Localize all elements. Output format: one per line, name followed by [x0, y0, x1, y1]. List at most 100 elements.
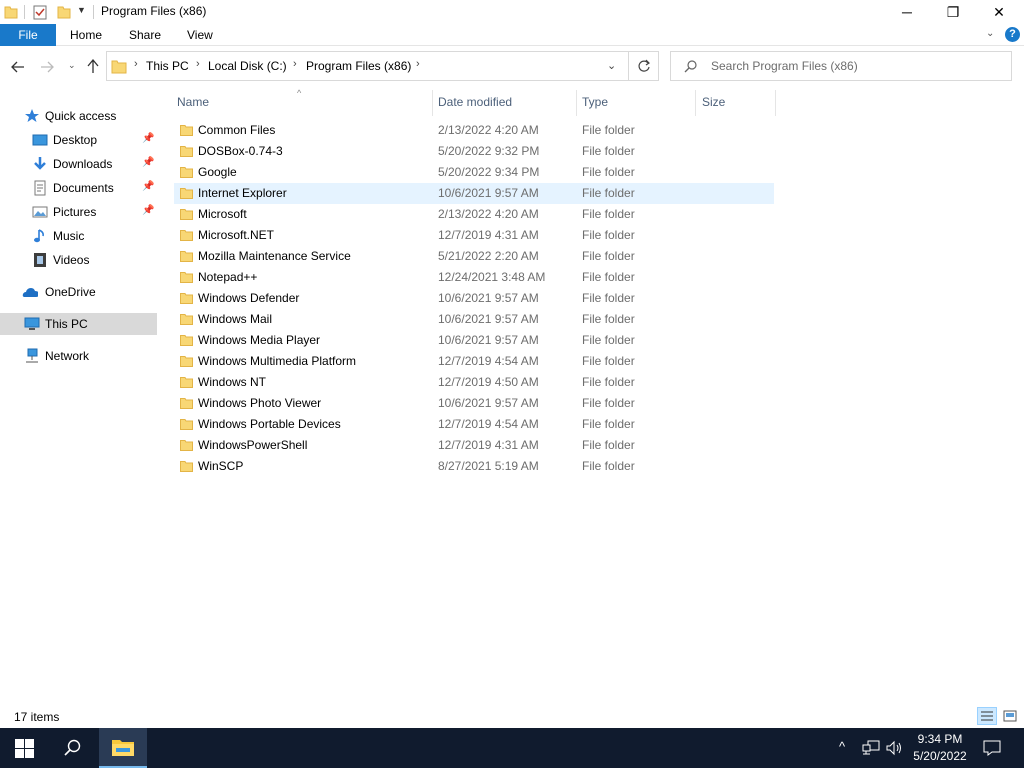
this-pc-icon [24, 317, 40, 330]
sidebar-item-network[interactable]: Network [0, 345, 157, 367]
up-button[interactable] [86, 59, 100, 74]
recent-locations-icon[interactable]: ⌄ [68, 60, 76, 71]
file-row[interactable]: Mozilla Maintenance Service 5/21/2022 2:2… [174, 246, 774, 267]
sidebar-item-music[interactable]: Music [0, 225, 157, 247]
file-name: Microsoft.NET [198, 228, 275, 242]
file-row[interactable]: Google 5/20/2022 9:34 PM File folder [174, 162, 774, 183]
file-row[interactable]: Microsoft.NET 12/7/2019 4:31 AM File folde… [174, 225, 774, 246]
file-row[interactable]: DOSBox-0.74-3 5/20/2022 9:32 PM File folde… [174, 141, 774, 162]
file-type: File folder [582, 249, 635, 263]
download-icon [34, 157, 46, 170]
breadcrumb-separator[interactable]: › [196, 58, 200, 70]
help-icon[interactable]: ? [1005, 27, 1020, 42]
clock-time[interactable]: 9:34 PM [913, 732, 967, 746]
taskbar-search-button[interactable] [48, 728, 96, 768]
folder-icon [180, 398, 193, 409]
details-view-button[interactable] [977, 707, 997, 725]
refresh-icon[interactable] [637, 59, 651, 73]
large-icons-view-button[interactable] [1000, 707, 1020, 725]
column-header-size[interactable]: Size [702, 95, 725, 109]
column-divider[interactable] [432, 90, 433, 116]
file-row[interactable]: Windows Portable Devices 12/7/2019 4:54 A… [174, 414, 774, 435]
notifications-icon[interactable] [983, 740, 1001, 756]
folder-icon [180, 167, 193, 178]
tab-home[interactable]: Home [70, 28, 102, 42]
network-status-icon[interactable] [862, 740, 880, 756]
documents-icon [34, 180, 46, 196]
customize-quick-access-icon[interactable]: ▼ [77, 5, 86, 15]
file-row[interactable]: Microsoft 2/13/2022 4:20 AM File folder [174, 204, 774, 225]
pin-icon[interactable]: 📌 [142, 181, 154, 192]
clock-date[interactable]: 5/20/2022 [908, 749, 972, 763]
column-header-type[interactable]: Type [582, 95, 608, 109]
file-date-modified: 10/6/2021 9:57 AM [438, 333, 539, 347]
close-button[interactable]: ✕ [976, 0, 1022, 24]
column-divider[interactable] [775, 90, 776, 116]
sidebar-item-videos[interactable]: Videos [0, 249, 157, 271]
maximize-button[interactable]: ❐ [930, 0, 976, 24]
start-button[interactable] [0, 728, 48, 768]
folder-icon [111, 60, 127, 74]
file-name: WinSCP [198, 459, 244, 473]
breadcrumb-separator[interactable]: › [134, 58, 138, 70]
sidebar-item-documents[interactable]: Documents 📌 [0, 177, 157, 199]
expand-ribbon-icon[interactable]: ⌄ [986, 28, 994, 39]
minimize-button[interactable]: ─ [884, 0, 930, 24]
forward-button[interactable] [40, 60, 54, 74]
volume-icon[interactable] [886, 740, 904, 756]
file-row[interactable]: WinSCP 8/27/2021 5:19 AM File folder [174, 456, 774, 477]
breadcrumb-program-files[interactable]: Program Files (x86) [306, 59, 411, 73]
sidebar-item-label: Pictures [53, 205, 97, 219]
sidebar-item-desktop[interactable]: Desktop 📌 [0, 129, 157, 151]
sidebar-item-onedrive[interactable]: OneDrive [0, 281, 157, 303]
file-row[interactable]: Windows Mail 10/6/2021 9:57 AM File folder [174, 309, 774, 330]
file-row[interactable]: Windows Photo Viewer 10/6/2021 9:57 AM Fil… [174, 393, 774, 414]
back-button[interactable] [11, 60, 25, 74]
new-folder-icon[interactable] [57, 4, 71, 20]
file-row[interactable]: Common Files 2/13/2022 4:20 AM File folder [174, 120, 774, 141]
tab-view[interactable]: View [187, 28, 213, 42]
file-row[interactable]: Notepad++ 12/24/2021 3:48 AM File folder [174, 267, 774, 288]
file-row[interactable]: Windows Defender 10/6/2021 9:57 AM File fo… [174, 288, 774, 309]
column-header-name[interactable]: Name [177, 95, 209, 109]
address-bar[interactable]: › This PC › Local Disk (C:) › Program Fi… [106, 51, 659, 81]
breadcrumb-separator[interactable]: › [416, 58, 420, 70]
breadcrumb-separator[interactable]: › [293, 58, 297, 70]
file-date-modified: 12/7/2019 4:50 AM [438, 375, 539, 389]
pin-icon[interactable]: 📌 [142, 157, 154, 168]
file-row[interactable]: Windows NT 12/7/2019 4:50 AM File folder [174, 372, 774, 393]
pin-icon[interactable]: 📌 [142, 133, 154, 144]
folder-icon [180, 209, 193, 220]
sidebar-item-quick-access[interactable]: Quick access [0, 105, 157, 127]
address-history-dropdown[interactable]: ⌄ [607, 59, 616, 72]
file-row[interactable]: WindowsPowerShell 12/7/2019 4:31 AM File f… [174, 435, 774, 456]
breadcrumb-this-pc[interactable]: This PC [146, 59, 189, 73]
sidebar-item-pictures[interactable]: Pictures 📌 [0, 201, 157, 223]
file-row[interactable]: Windows Multimedia Platform 12/7/2019 4:5… [174, 351, 774, 372]
tab-file[interactable]: File [0, 24, 56, 46]
folder-icon [180, 440, 193, 451]
column-divider[interactable] [576, 90, 577, 116]
show-hidden-icons-icon[interactable]: ^ [839, 739, 845, 754]
sidebar-item-downloads[interactable]: Downloads 📌 [0, 153, 157, 175]
column-divider[interactable] [695, 90, 696, 116]
tab-share[interactable]: Share [129, 28, 161, 42]
network-icon [26, 348, 38, 363]
file-row[interactable]: Internet Explorer 10/6/2021 9:57 AM File f… [174, 183, 774, 204]
star-icon [25, 109, 39, 122]
file-row[interactable]: Windows Media Player 10/6/2021 9:57 AM Fil… [174, 330, 774, 351]
file-explorer-taskbar-button[interactable] [99, 728, 147, 768]
file-name: Windows Portable Devices [198, 417, 341, 431]
sidebar-item-label: OneDrive [45, 285, 96, 299]
folder-icon [180, 272, 193, 283]
pin-icon[interactable]: 📌 [142, 205, 154, 216]
file-type: File folder [582, 333, 635, 347]
navigation-bar: ⌄ › This PC › Local Disk (C:) › Program … [0, 46, 1024, 88]
sidebar-item-this-pc[interactable]: This PC [0, 313, 157, 335]
file-name: Notepad++ [198, 270, 258, 284]
onedrive-icon [22, 288, 38, 297]
breadcrumb-local-disk[interactable]: Local Disk (C:) [208, 59, 287, 73]
properties-icon[interactable] [33, 4, 47, 20]
search-input[interactable]: Search Program Files (x86) [670, 51, 1012, 81]
column-header-date[interactable]: Date modified [438, 95, 512, 109]
